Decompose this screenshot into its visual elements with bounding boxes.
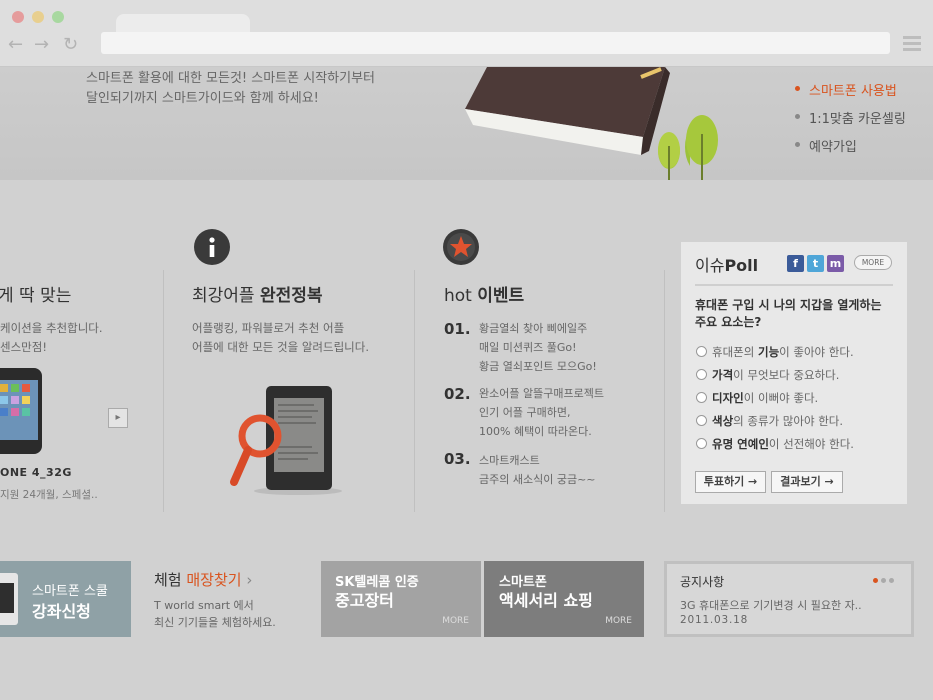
poll-option[interactable]: 디자인이 이뻐야 좋다. <box>696 390 818 406</box>
close-window-icon[interactable] <box>12 11 24 23</box>
minimize-window-icon[interactable] <box>32 11 44 23</box>
event-line[interactable]: 스마트캐스트 <box>479 451 540 470</box>
notice-date: 2011.03.18 <box>680 614 749 626</box>
address-bar[interactable] <box>101 32 890 54</box>
banner-subtitle: 스마트폰 스쿨 <box>32 584 108 599</box>
col2-title: 최강어플 완전정복 <box>192 286 323 306</box>
product-name[interactable]: ONE 4_32G <box>0 466 72 479</box>
info-icon <box>194 229 230 265</box>
pager-dot-active[interactable] <box>873 578 878 583</box>
twitter-icon[interactable]: t <box>807 255 824 272</box>
column-divider <box>664 270 665 512</box>
pager-dot[interactable] <box>889 578 894 583</box>
column-divider <box>163 270 164 512</box>
vote-button[interactable]: 투표하기 → <box>695 471 766 493</box>
smartphone-image <box>0 368 42 454</box>
event-line[interactable]: 인기 어플 구매하면, <box>479 403 570 422</box>
hero-nav: 스마트폰 사용법 1:1맞춤 카운셀링 예약가입 <box>795 80 906 164</box>
divider <box>695 284 893 286</box>
more-link[interactable]: MORE <box>442 616 469 626</box>
tablet-magnifier-image <box>230 386 342 495</box>
hero-nav-item-reservation[interactable]: 예약가입 <box>795 136 906 164</box>
hero-nav-item-usage[interactable]: 스마트폰 사용법 <box>795 80 906 108</box>
issue-poll-panel: 이슈Poll f t m MORE 휴대폰 구입 시 나의 지갑을 열게하는 주… <box>681 242 907 504</box>
col3-title: hot 이벤트 <box>444 286 525 306</box>
star-icon <box>443 229 479 265</box>
maximize-window-icon[interactable] <box>52 11 64 23</box>
banner-title: 중고장터 <box>335 591 394 610</box>
event-number: 01. <box>444 320 471 338</box>
poll-option[interactable]: 색상의 종류가 많아야 한다. <box>696 413 843 429</box>
poll-option[interactable]: 휴대폰의 기능이 좋아야 한다. <box>696 344 854 360</box>
event-line[interactable]: 금주의 새소식이 궁금~~ <box>479 470 596 489</box>
event-line[interactable]: 황금열쇠 찾아 삐에일주 <box>479 319 587 338</box>
notice-box: 공지사항 3G 휴대폰으로 기기변경 시 필요한 자.. 2011.03.18 <box>664 561 914 637</box>
poll-title: 이슈Poll <box>695 256 759 275</box>
menu-icon[interactable] <box>903 36 921 52</box>
column-divider <box>414 270 415 512</box>
smartphone-school-banner[interactable]: 스마트폰 스쿨 강좌신청 <box>0 561 131 637</box>
event-line[interactable]: 100% 혜택이 따라온다. <box>479 422 592 441</box>
col1-title: 게 딱 맞는 <box>0 286 72 306</box>
col1-desc-2: 센스만점! <box>0 340 47 354</box>
event-line[interactable]: 완소어플 알뜰구매프로젝트 <box>479 384 604 403</box>
phone-thumbnail <box>0 573 18 625</box>
facebook-icon[interactable]: f <box>787 255 804 272</box>
accessory-shop-banner[interactable]: 스마트폰 액세서리 쇼핑 MORE <box>484 561 644 637</box>
event-line[interactable]: 매일 미션퀴즈 풀Go! <box>479 338 577 357</box>
col2-desc-2: 어플에 대한 모든 것을 알려드립니다. <box>192 340 369 354</box>
store-desc-2: 최신 기기들을 체험하세요. <box>154 616 276 629</box>
reload-icon[interactable]: ↻ <box>63 34 78 55</box>
hero-line-2: 달인되기까지 스마트가이드와 함께 하세요! <box>86 91 319 106</box>
me2day-icon[interactable]: m <box>827 255 844 272</box>
hero-nav-item-counseling[interactable]: 1:1맞춤 카운셀링 <box>795 108 906 136</box>
pager-dot[interactable] <box>881 578 886 583</box>
banner-title: 강좌신청 <box>32 602 91 621</box>
event-number: 03. <box>444 450 471 468</box>
col2-desc-1: 어플랭킹, 파워블로거 추천 어플 <box>192 321 345 335</box>
tree-illustration <box>658 115 718 180</box>
store-desc-1: T world smart 에서 <box>154 599 254 612</box>
used-market-banner[interactable]: SK텔레콤 인증 중고장터 MORE <box>321 561 481 637</box>
poll-more-button[interactable]: MORE <box>854 255 892 270</box>
store-finder-link[interactable]: 체험 매장찾기 › <box>154 569 252 590</box>
poll-question: 휴대폰 구입 시 나의 지갑을 열게하는 주요 요소는? <box>695 298 882 329</box>
product-subtext: 지원 24개월, 스페셜.. <box>0 489 98 501</box>
back-arrow-icon[interactable]: ← <box>8 34 23 55</box>
notice-text[interactable]: 3G 휴대폰으로 기기변경 시 필요한 자.. <box>680 597 862 613</box>
browser-chrome: ← → ↻ <box>0 0 933 67</box>
event-line[interactable]: 황금 열쇠포인트 모으Go! <box>479 357 597 376</box>
hero-line-1: 스마트폰 활용에 대한 모든것! 스마트폰 시작하기부터 <box>86 71 375 86</box>
view-results-button[interactable]: 결과보기 → <box>771 471 843 493</box>
next-product-button[interactable]: ▸ <box>108 408 128 428</box>
event-number: 02. <box>444 385 471 403</box>
banner-title: 액세서리 쇼핑 <box>499 591 593 610</box>
more-link[interactable]: MORE <box>605 616 632 626</box>
chevron-right-icon: › <box>246 571 253 589</box>
poll-option[interactable]: 가격이 무엇보다 중요하다. <box>696 367 839 383</box>
forward-arrow-icon[interactable]: → <box>34 34 49 55</box>
notice-title: 공지사항 <box>680 575 725 589</box>
poll-option[interactable]: 유명 연예인이 선전해야 한다. <box>696 436 854 452</box>
col1-desc-1: 케이션을 추천합니다. <box>0 321 103 335</box>
